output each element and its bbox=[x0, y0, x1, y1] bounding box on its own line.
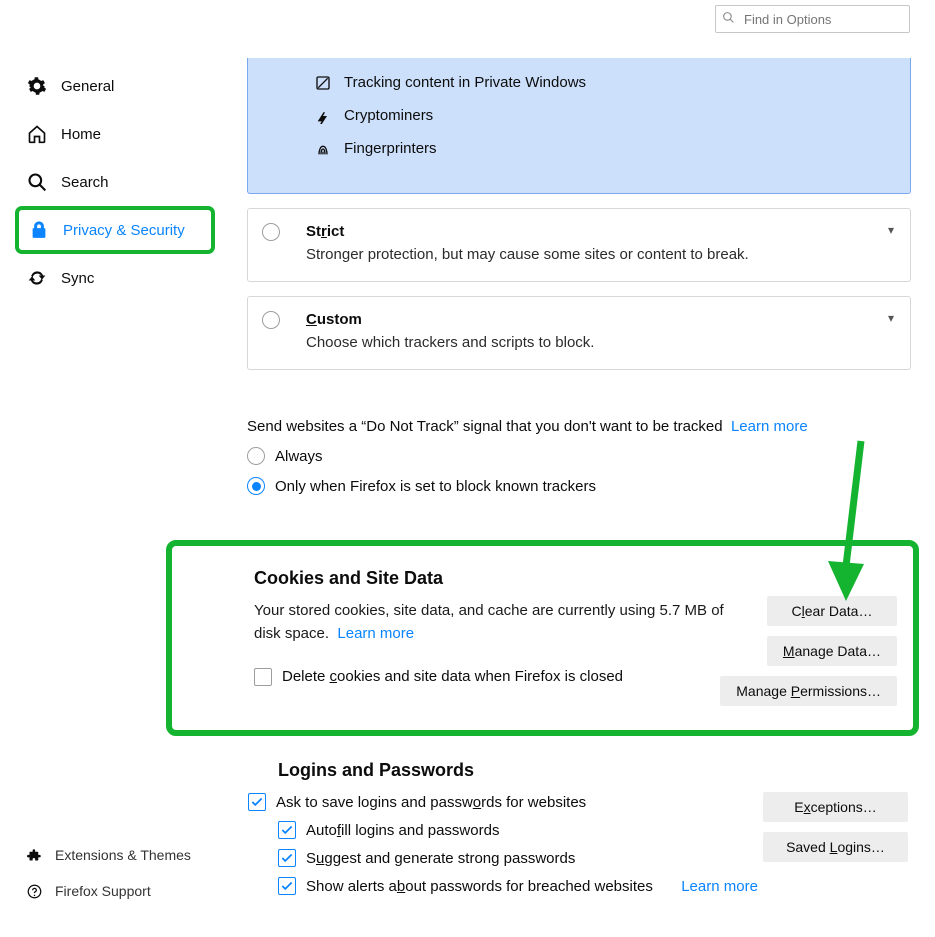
sidebar-item-privacy-security[interactable]: Privacy & Security bbox=[27, 210, 205, 250]
dnt-only-known-radio[interactable]: Only when Firefox is set to block known … bbox=[247, 477, 911, 495]
annotation-highlight-cookies: Cookies and Site Data Your stored cookie… bbox=[166, 540, 919, 736]
protection-custom-card[interactable]: Custom Choose which trackers and scripts… bbox=[247, 296, 911, 370]
breach-learn-more-link[interactable]: Learn more bbox=[681, 878, 758, 895]
cryptominer-icon bbox=[314, 108, 332, 124]
checkbox-label: Autofill logins and passwords bbox=[306, 822, 499, 839]
radio-label: Always bbox=[275, 448, 323, 465]
radio-indicator bbox=[247, 447, 265, 465]
sidebar-item-label: Home bbox=[61, 126, 101, 143]
puzzle-icon bbox=[25, 848, 43, 863]
sync-icon bbox=[25, 268, 49, 288]
manage-data-button[interactable]: Manage Data… bbox=[767, 636, 897, 666]
search-input[interactable] bbox=[715, 5, 910, 33]
gear-icon bbox=[25, 76, 49, 96]
chevron-down-icon: ▾ bbox=[888, 223, 894, 237]
checkbox-label: Suggest and generate strong passwords bbox=[306, 850, 575, 867]
dnt-text: Send websites a “Do Not Track” signal th… bbox=[247, 418, 911, 435]
extensions-themes-link[interactable]: Extensions & Themes bbox=[25, 837, 225, 873]
dnt-learn-more-link[interactable]: Learn more bbox=[731, 418, 808, 435]
sidebar-item-label: Sync bbox=[61, 270, 94, 287]
suggest-checkbox[interactable] bbox=[278, 849, 296, 867]
saved-logins-button[interactable]: Saved Logins… bbox=[763, 832, 908, 862]
checkbox-label: Ask to save logins and passwords for web… bbox=[276, 794, 586, 811]
protection-item-fingerprinters: Fingerprinters bbox=[248, 132, 910, 165]
logins-section-title: Logins and Passwords bbox=[278, 760, 908, 781]
sidebar-item-sync[interactable]: Sync bbox=[25, 254, 215, 302]
lock-icon bbox=[27, 221, 51, 239]
radio-strict[interactable] bbox=[262, 223, 280, 241]
protection-item-label: Fingerprinters bbox=[344, 140, 437, 157]
card-title: Strict bbox=[306, 223, 872, 240]
cookies-section-title: Cookies and Site Data bbox=[254, 568, 899, 589]
clear-data-button[interactable]: Clear Data… bbox=[767, 596, 897, 626]
footer-label: Firefox Support bbox=[55, 883, 151, 899]
sidebar-item-label: Privacy & Security bbox=[63, 222, 185, 239]
main-content: Tracking content in Private Windows Cryp… bbox=[247, 58, 911, 495]
radio-custom[interactable] bbox=[262, 311, 280, 329]
delete-cookies-checkbox[interactable] bbox=[254, 668, 272, 686]
protection-standard-panel: Tracking content in Private Windows Cryp… bbox=[247, 58, 911, 194]
fingerprinter-icon bbox=[314, 141, 332, 157]
tracking-content-icon bbox=[314, 75, 332, 91]
autofill-checkbox[interactable] bbox=[278, 821, 296, 839]
cookies-buttons: Clear Data… Manage Data… Manage Permissi… bbox=[720, 596, 897, 706]
firefox-support-link[interactable]: Firefox Support bbox=[25, 873, 225, 909]
options-search[interactable] bbox=[715, 5, 910, 33]
cookies-section-desc: Your stored cookies, site data, and cach… bbox=[254, 599, 734, 646]
search-icon bbox=[25, 172, 49, 192]
card-title: Custom bbox=[306, 311, 872, 328]
home-icon bbox=[25, 124, 49, 144]
breach-alerts-row[interactable]: Show alerts about passwords for breached… bbox=[278, 877, 908, 895]
protection-strict-card[interactable]: Strict Stronger protection, but may caus… bbox=[247, 208, 911, 282]
checkbox-label: Show alerts about passwords for breached… bbox=[306, 878, 653, 895]
footer-label: Extensions & Themes bbox=[55, 847, 191, 863]
help-icon bbox=[25, 884, 43, 899]
sidebar-item-label: Search bbox=[61, 174, 109, 191]
sidebar: General Home Search Privacy & Security S… bbox=[25, 62, 215, 302]
protection-item-label: Cryptominers bbox=[344, 107, 433, 124]
exceptions-button[interactable]: Exceptions… bbox=[763, 792, 908, 822]
cookies-learn-more-link[interactable]: Learn more bbox=[337, 625, 414, 642]
sidebar-item-general[interactable]: General bbox=[25, 62, 215, 110]
protection-item-tracking: Tracking content in Private Windows bbox=[248, 66, 910, 99]
annotation-highlight-sidebar: Privacy & Security bbox=[15, 206, 215, 254]
checkbox-label: Delete cookies and site data when Firefo… bbox=[282, 668, 623, 685]
logins-buttons: Exceptions… Saved Logins… bbox=[763, 792, 908, 862]
search-icon bbox=[722, 11, 735, 27]
radio-label: Only when Firefox is set to block known … bbox=[275, 478, 596, 495]
radio-indicator bbox=[247, 477, 265, 495]
card-desc: Choose which trackers and scripts to blo… bbox=[306, 334, 872, 351]
chevron-down-icon: ▾ bbox=[888, 311, 894, 325]
protection-item-cryptominers: Cryptominers bbox=[248, 99, 910, 132]
dnt-section: Send websites a “Do Not Track” signal th… bbox=[247, 418, 911, 495]
manage-permissions-button[interactable]: Manage Permissions… bbox=[720, 676, 897, 706]
dnt-always-radio[interactable]: Always bbox=[247, 447, 911, 465]
protection-item-label: Tracking content in Private Windows bbox=[344, 74, 586, 91]
alerts-checkbox[interactable] bbox=[278, 877, 296, 895]
logins-section: Logins and Passwords Ask to save logins … bbox=[248, 760, 908, 895]
sidebar-item-label: General bbox=[61, 78, 114, 95]
card-desc: Stronger protection, but may cause some … bbox=[306, 246, 872, 263]
ask-save-checkbox[interactable] bbox=[248, 793, 266, 811]
sidebar-item-search[interactable]: Search bbox=[25, 158, 215, 206]
footer-sidebar: Extensions & Themes Firefox Support bbox=[25, 837, 225, 909]
sidebar-item-home[interactable]: Home bbox=[25, 110, 215, 158]
